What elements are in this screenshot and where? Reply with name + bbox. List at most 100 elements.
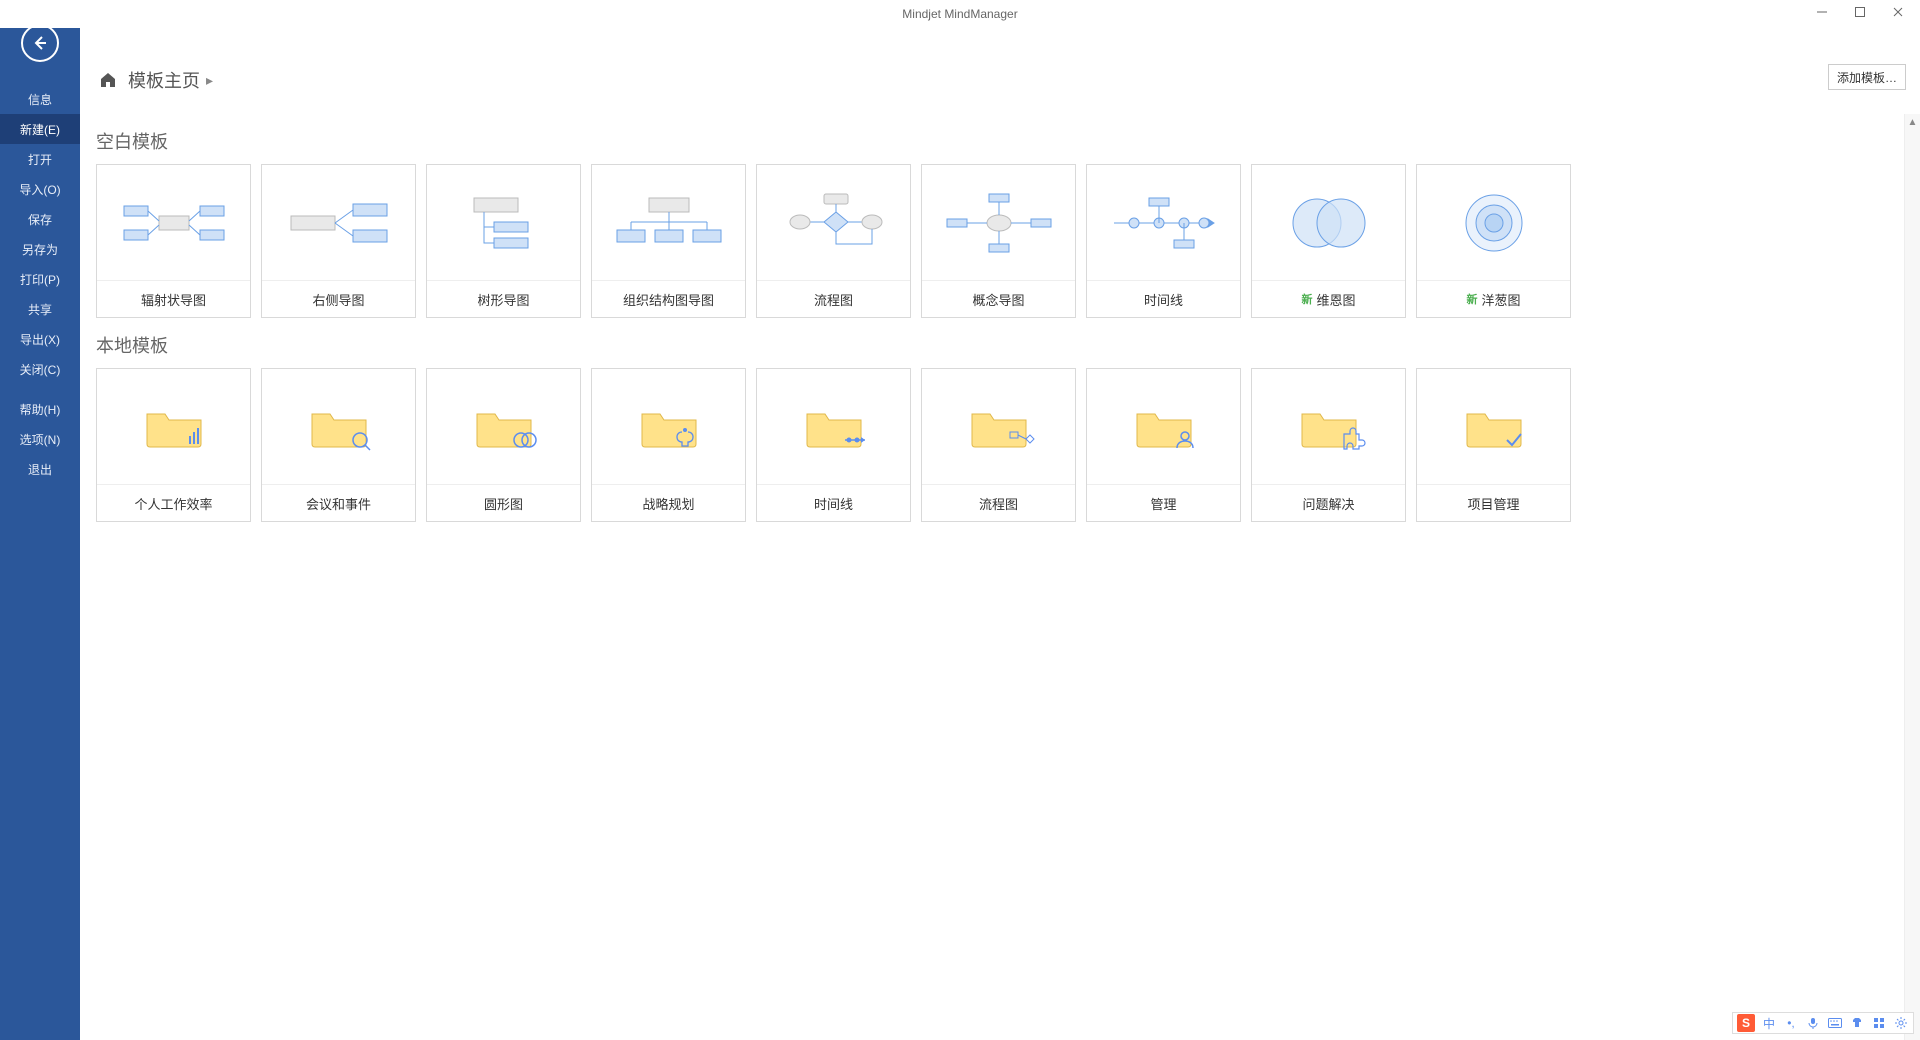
sidebar-item-exit[interactable]: 退出 <box>0 454 80 484</box>
template-tree-map[interactable]: 树形导图 <box>426 164 581 318</box>
sidebar-item-import[interactable]: 导入(O) <box>0 174 80 204</box>
template-concept-map[interactable]: 概念导图 <box>921 164 1076 318</box>
scrollbar[interactable]: ▲ <box>1904 114 1920 1040</box>
folder-strategy[interactable]: 战略规划 <box>591 368 746 522</box>
sidebar-item-label: 打印(P) <box>20 271 60 288</box>
main-area: 模板主页 ▸ 添加模板… ▲ 空白模板 辐射状导图 <box>80 28 1920 1040</box>
template-label: 组织结构图导图 <box>623 290 714 309</box>
folder-icon <box>592 369 745 485</box>
template-label: 圆形图 <box>484 494 523 513</box>
ime-mic-icon[interactable] <box>1805 1015 1821 1031</box>
folder-manage[interactable]: 管理 <box>1086 368 1241 522</box>
thumb-tree <box>427 165 580 281</box>
sidebar-item-label: 导入(O) <box>19 181 60 198</box>
template-label: 维恩图 <box>1316 290 1355 309</box>
template-label: 时间线 <box>1144 290 1183 309</box>
sidebar-item-print[interactable]: 打印(P) <box>0 264 80 294</box>
sidebar-item-share[interactable]: 共享 <box>0 294 80 324</box>
template-label: 战略规划 <box>642 494 694 513</box>
app-title: Mindjet MindManager <box>902 7 1017 21</box>
folder-timeline[interactable]: 时间线 <box>756 368 911 522</box>
folder-flowchart[interactable]: 流程图 <box>921 368 1076 522</box>
template-label: 概念导图 <box>972 290 1024 309</box>
back-button[interactable] <box>21 24 59 62</box>
sidebar-item-label: 导出(X) <box>20 331 60 348</box>
new-tag: 新 <box>1466 291 1477 307</box>
thumb-onion <box>1417 165 1570 281</box>
folder-project[interactable]: 项目管理 <box>1416 368 1571 522</box>
template-venn[interactable]: 新维恩图 <box>1251 164 1406 318</box>
template-right-map[interactable]: 右侧导图 <box>261 164 416 318</box>
sidebar-item-label: 关闭(C) <box>20 361 61 378</box>
folder-icon <box>757 369 910 485</box>
breadcrumb-bar: 模板主页 ▸ <box>80 60 1920 100</box>
sidebar-item-new[interactable]: 新建(E) <box>0 114 80 144</box>
add-template-button[interactable]: 添加模板… <box>1828 64 1906 90</box>
new-tag: 新 <box>1301 291 1312 307</box>
template-onion[interactable]: 新洋葱图 <box>1416 164 1571 318</box>
thumb-right <box>262 165 415 281</box>
folder-meetings[interactable]: 会议和事件 <box>261 368 416 522</box>
sidebar-item-label: 另存为 <box>22 241 58 258</box>
ime-toolbar[interactable]: S 中 •, <box>1732 1012 1914 1034</box>
folder-problem[interactable]: 问题解决 <box>1251 368 1406 522</box>
ime-keyboard-icon[interactable] <box>1827 1015 1843 1031</box>
sidebar-item-saveas[interactable]: 另存为 <box>0 234 80 264</box>
template-label: 辐射状导图 <box>141 290 206 309</box>
folder-circle[interactable]: 圆形图 <box>426 368 581 522</box>
minimize-button[interactable] <box>1804 0 1840 24</box>
template-label: 流程图 <box>979 494 1018 513</box>
home-icon[interactable] <box>96 68 120 92</box>
sidebar-item-label: 打开 <box>28 151 52 168</box>
ime-settings-icon[interactable] <box>1893 1015 1909 1031</box>
ime-toolbox-icon[interactable] <box>1871 1015 1887 1031</box>
maximize-button[interactable] <box>1842 0 1878 24</box>
template-label: 洋葱图 <box>1481 290 1520 309</box>
template-label: 管理 <box>1150 494 1176 513</box>
ime-skin-icon[interactable] <box>1849 1015 1865 1031</box>
window-controls <box>1804 0 1916 24</box>
folder-icon <box>1252 369 1405 485</box>
folder-personal[interactable]: 个人工作效率 <box>96 368 251 522</box>
ime-lang[interactable]: 中 <box>1761 1015 1777 1031</box>
sidebar-item-info[interactable]: 信息 <box>0 84 80 114</box>
thumb-timeline <box>1087 165 1240 281</box>
template-label: 问题解决 <box>1302 494 1354 513</box>
breadcrumb-title[interactable]: 模板主页 <box>128 67 200 93</box>
thumb-org <box>592 165 745 281</box>
blank-template-grid: 辐射状导图 右侧导图 树形导图 <box>96 164 1904 318</box>
template-label: 会议和事件 <box>306 494 371 513</box>
sidebar-item-options[interactable]: 选项(N) <box>0 424 80 454</box>
close-button[interactable] <box>1880 0 1916 24</box>
sidebar-item-open[interactable]: 打开 <box>0 144 80 174</box>
template-label: 时间线 <box>814 494 853 513</box>
chevron-right-icon: ▸ <box>206 72 213 89</box>
folder-icon <box>1087 369 1240 485</box>
template-scroll[interactable]: 空白模板 辐射状导图 右侧导图 <box>80 114 1904 1040</box>
sidebar-item-save[interactable]: 保存 <box>0 204 80 234</box>
ime-punct-icon[interactable]: •, <box>1783 1015 1799 1031</box>
section-title-blank: 空白模板 <box>96 128 1904 154</box>
add-template-label: 添加模板… <box>1837 69 1897 86</box>
sidebar-item-close[interactable]: 关闭(C) <box>0 354 80 384</box>
folder-icon <box>922 369 1075 485</box>
template-org-chart[interactable]: 组织结构图导图 <box>591 164 746 318</box>
thumb-concept <box>922 165 1075 281</box>
title-bar: Mindjet MindManager <box>0 0 1920 28</box>
sidebar-item-export[interactable]: 导出(X) <box>0 324 80 354</box>
template-timeline[interactable]: 时间线 <box>1086 164 1241 318</box>
ime-logo-icon[interactable]: S <box>1737 1014 1755 1032</box>
sidebar-item-label: 帮助(H) <box>20 401 61 418</box>
scroll-up-icon[interactable]: ▲ <box>1905 114 1920 130</box>
template-label: 个人工作效率 <box>134 494 212 513</box>
template-flowchart[interactable]: 流程图 <box>756 164 911 318</box>
template-radial-map[interactable]: 辐射状导图 <box>96 164 251 318</box>
sidebar-item-help[interactable]: 帮助(H) <box>0 394 80 424</box>
thumb-radial <box>97 165 250 281</box>
folder-icon <box>427 369 580 485</box>
template-label: 流程图 <box>814 290 853 309</box>
sidebar-item-label: 选项(N) <box>20 431 61 448</box>
sidebar-item-label: 信息 <box>28 91 52 108</box>
sidebar-item-label: 新建(E) <box>20 121 60 138</box>
file-sidebar: 信息 新建(E) 打开 导入(O) 保存 另存为 打印(P) 共享 导出(X) … <box>0 0 80 1040</box>
